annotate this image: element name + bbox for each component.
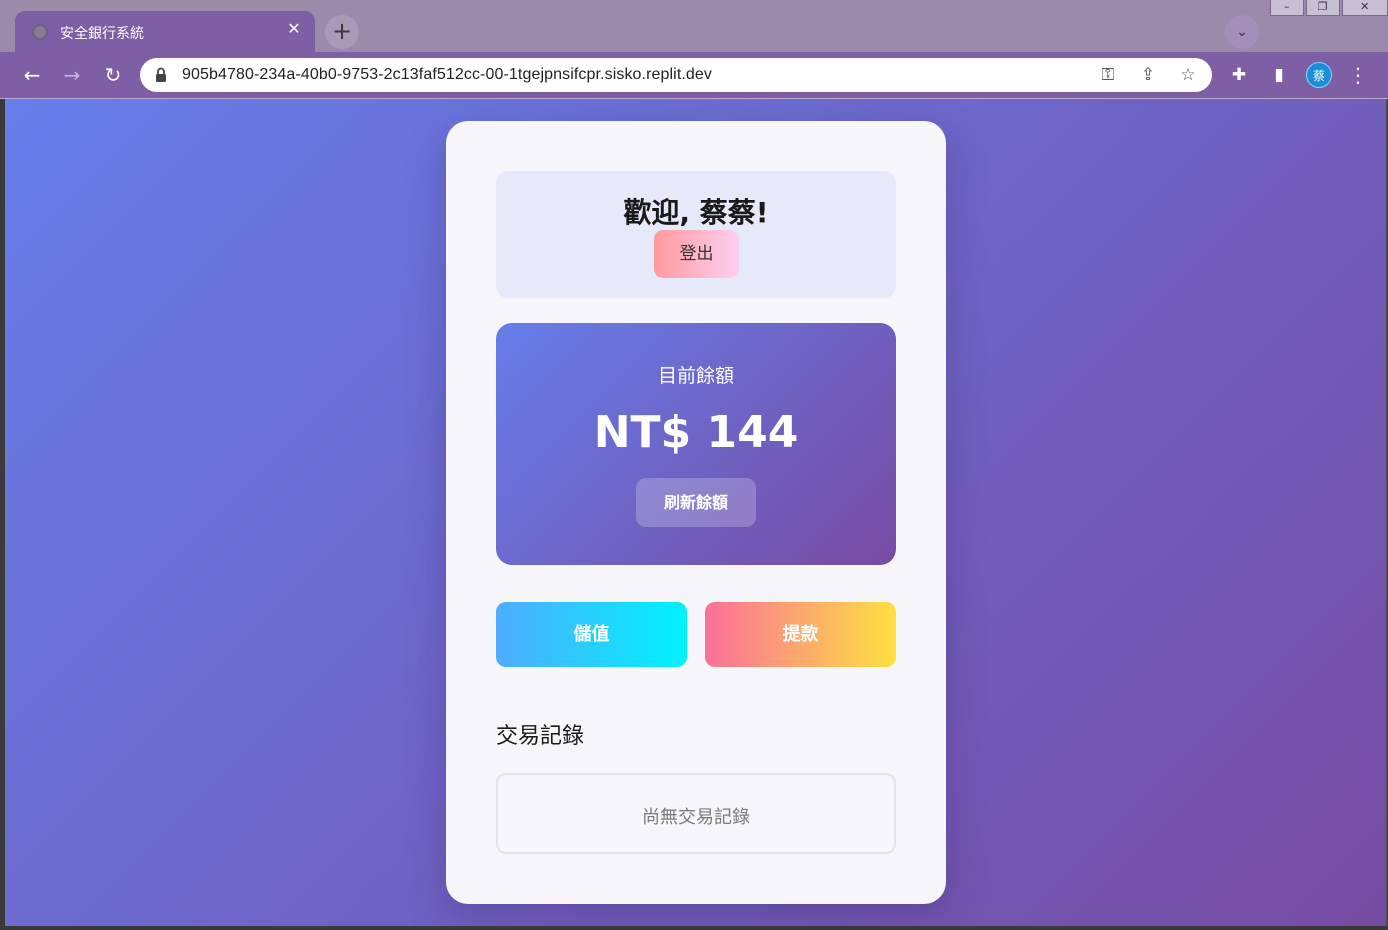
address-bar[interactable]: 905b4780-234a-40b0-9753-2c13faf512cc-00-… [140,58,1212,92]
back-arrow-icon[interactable]: ← [20,63,44,87]
window-close-button[interactable]: ✕ [1341,0,1388,16]
new-tab-button[interactable]: + [325,15,359,49]
bank-card: 歡迎, 蔡蔡! 登出 目前餘額 NT$ 144 刷新餘額 儲值 提款 交易記錄 … [446,121,946,904]
transaction-history-list: 尚無交易記錄 [496,773,896,854]
globe-icon [32,24,48,40]
share-icon[interactable]: ⇪ [1137,64,1159,86]
maximize-button[interactable]: ❐ [1305,0,1340,16]
profile-avatar[interactable]: 蔡 [1306,62,1332,88]
lock-icon[interactable] [155,67,167,83]
withdraw-button[interactable]: 提款 [705,602,896,667]
browser-tab[interactable]: 安全銀行系統 ✕ [15,11,315,53]
logout-button[interactable]: 登出 [654,230,739,278]
deposit-button[interactable]: 儲值 [496,602,687,667]
balance-amount: NT$ 144 [593,407,799,458]
forward-arrow-icon[interactable]: → [60,63,84,87]
page-background: 歡迎, 蔡蔡! 登出 目前餘額 NT$ 144 刷新餘額 儲值 提款 交易記錄 … [5,99,1386,926]
key-icon[interactable]: ⚿ [1097,64,1119,86]
balance-label: 目前餘額 [657,365,734,387]
reload-icon[interactable]: ↻ [101,63,125,87]
browser-titlebar: 安全銀行系統 ✕ + ⌄ – ❐ ✕ [0,0,1388,53]
browser-toolbar: ← → ↻ 905b4780-234a-40b0-9753-2c13faf512… [0,52,1388,98]
welcome-section: 歡迎, 蔡蔡! 登出 [496,171,896,298]
minimize-button[interactable]: – [1270,0,1304,16]
transaction-history-title: 交易記錄 [496,724,585,749]
menu-icon[interactable]: ⋮ [1346,63,1370,87]
welcome-title: 歡迎, 蔡蔡! [623,196,769,229]
star-icon[interactable]: ☆ [1177,64,1199,86]
empty-history-message: 尚無交易記錄 [642,807,750,828]
balance-section: 目前餘額 NT$ 144 刷新餘額 [496,323,896,565]
close-tab-icon[interactable]: ✕ [285,20,303,38]
window-controls: – ❐ ✕ [1270,0,1388,16]
tab-title: 安全銀行系統 [60,26,144,42]
side-panel-icon[interactable]: ▮ [1267,63,1291,87]
chevron-down-icon[interactable]: ⌄ [1225,15,1259,49]
window-border-bottom [0,926,1388,930]
url-text[interactable]: 905b4780-234a-40b0-9753-2c13faf512cc-00-… [182,66,712,84]
extensions-icon[interactable]: ✚ [1227,63,1251,87]
refresh-balance-button[interactable]: 刷新餘額 [636,478,756,527]
